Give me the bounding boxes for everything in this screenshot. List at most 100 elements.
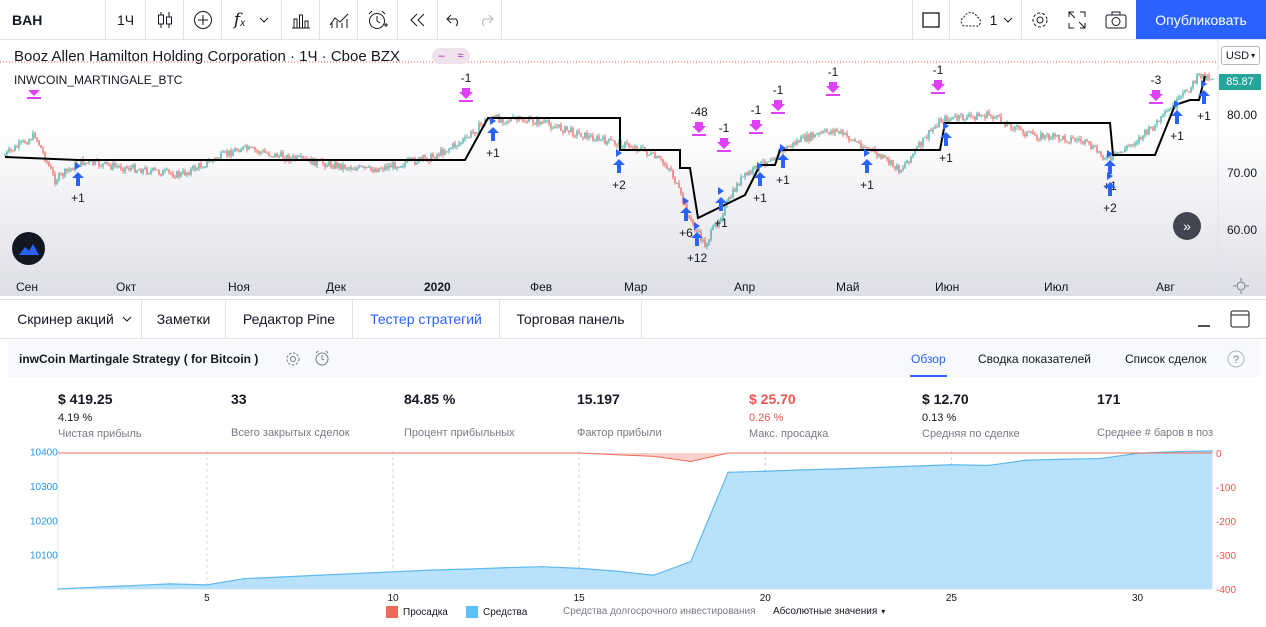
- approx-icon: ≈: [457, 50, 464, 62]
- absolute-values-select[interactable]: Абсолютные значения ▾: [773, 606, 885, 617]
- candle-body: [6, 151, 8, 155]
- gear-icon[interactable]: [1022, 0, 1058, 39]
- buy-arrow-icon: [861, 159, 873, 173]
- gear-icon[interactable]: [285, 351, 301, 367]
- x-axis-label: Апр: [734, 280, 756, 294]
- layout-icon[interactable]: [912, 0, 950, 39]
- trade-label: +1: [860, 178, 874, 192]
- candle-body: [906, 160, 908, 164]
- templates-icon[interactable]: [282, 0, 320, 39]
- undo-icon[interactable]: [438, 0, 470, 39]
- currency-select[interactable]: USD ▾: [1221, 46, 1260, 65]
- tab-overview[interactable]: Обзор: [910, 352, 947, 377]
- settings-sun-icon[interactable]: [1233, 278, 1249, 294]
- legend-equity[interactable]: Средства: [466, 606, 527, 618]
- candle-body: [774, 157, 776, 160]
- candle-body: [1164, 111, 1166, 115]
- chart-type-icon[interactable]: [320, 0, 358, 39]
- add-compare-icon[interactable]: [184, 0, 222, 39]
- candle-body: [850, 140, 852, 142]
- candles-icon[interactable]: [146, 0, 184, 39]
- trade-label: -3: [1151, 73, 1162, 87]
- candle-body: [1168, 109, 1170, 112]
- candle-body: [472, 131, 474, 133]
- redo-icon[interactable]: [470, 0, 502, 39]
- candle-body: [438, 154, 440, 156]
- tab-trading-panel[interactable]: Торговая панель: [500, 300, 642, 338]
- candle-body: [470, 131, 472, 138]
- chart-status-badge[interactable]: ‒ ≈: [432, 48, 470, 64]
- candle-body: [282, 152, 284, 159]
- candle-body: [356, 167, 358, 171]
- tab-pine-editor[interactable]: Редактор Pine: [226, 300, 353, 338]
- candle-body: [706, 243, 708, 248]
- legend-buy-hold[interactable]: Средства долгосрочного инвестирования: [563, 606, 756, 617]
- candle-body: [822, 131, 824, 134]
- candle-body: [324, 163, 326, 168]
- stat-label: Всего закрытых сделок: [231, 427, 350, 439]
- cloud-layout-button[interactable]: 1: [950, 0, 1022, 39]
- equity-point: [838, 468, 841, 470]
- candle-body: [462, 139, 464, 143]
- publish-button[interactable]: Опубликовать: [1136, 0, 1266, 39]
- candle-body: [866, 147, 868, 149]
- tab-performance-summary[interactable]: Сводка показателей: [978, 352, 1091, 366]
- candle-body: [420, 157, 422, 159]
- symbol-search[interactable]: BAH: [0, 0, 106, 39]
- candle-body: [1124, 148, 1126, 152]
- tab-strategy-tester[interactable]: Тестер стратегий: [353, 300, 500, 338]
- candle-body: [194, 166, 196, 171]
- candle-body: [1026, 131, 1028, 137]
- tradingview-logo-icon[interactable]: [12, 232, 45, 265]
- candle-body: [1182, 92, 1184, 96]
- candle-body: [1206, 75, 1208, 80]
- replay-icon[interactable]: [398, 0, 438, 39]
- indicators-icon[interactable]: fx: [222, 0, 282, 39]
- tab-list-of-trades[interactable]: Список сделок: [1125, 352, 1207, 366]
- candle-body: [32, 132, 34, 140]
- trade-label: +2: [612, 178, 626, 192]
- candle-body: [590, 135, 592, 137]
- legend-drawdown[interactable]: Просадка: [386, 606, 448, 618]
- equity-point: [652, 574, 655, 577]
- x-axis-label: Авг: [1156, 280, 1175, 294]
- candle-body: [228, 150, 230, 156]
- fullscreen-icon[interactable]: [1058, 0, 1096, 39]
- candle-body: [662, 159, 664, 164]
- candle-body: [892, 160, 894, 167]
- indicator-label[interactable]: INWCOIN_MARTINGALE_BTC: [8, 70, 189, 90]
- equity-chart[interactable]: 5 10 15 20 25 30 10400 10300 10200 10100 0 -100 -200…: [0, 445, 1266, 627]
- alert-icon[interactable]: [314, 350, 332, 368]
- maximize-icon[interactable]: [1230, 310, 1250, 328]
- candle-body: [48, 161, 50, 167]
- candle-body: [1190, 87, 1192, 93]
- candle-body: [688, 215, 690, 218]
- camera-icon[interactable]: [1096, 0, 1136, 39]
- candle-body: [690, 217, 692, 220]
- candle-body: [1130, 144, 1132, 146]
- candle-body: [358, 165, 360, 168]
- candle-body: [1170, 108, 1172, 110]
- trade-label: -1: [828, 65, 839, 79]
- candle-body: [990, 114, 992, 117]
- tab-notes[interactable]: Заметки: [142, 300, 226, 338]
- candle-body: [612, 140, 614, 142]
- candle-body: [578, 131, 580, 134]
- equity-point: [541, 565, 543, 568]
- candle-body: [476, 132, 478, 134]
- candle-body: [616, 144, 618, 146]
- help-icon[interactable]: ?: [1227, 350, 1245, 368]
- sell-arrow-icon: [749, 120, 763, 131]
- scroll-to-realtime-button[interactable]: »: [1173, 212, 1201, 240]
- alert-icon[interactable]: [358, 0, 398, 39]
- x-tick-label: 30: [1132, 593, 1144, 604]
- tab-stock-screener[interactable]: Скринер акций: [8, 300, 142, 338]
- minimize-icon[interactable]: [1196, 312, 1212, 328]
- interval-button[interactable]: 1Ч: [106, 0, 146, 39]
- candle-body: [750, 171, 752, 174]
- price-chart[interactable]: -1+1-1+1+2-48+6+12+1-1-1+1+1-1+1-1+1-1+1…: [0, 40, 1266, 296]
- candle-body: [50, 166, 52, 169]
- candle-body: [1022, 129, 1024, 134]
- candle-body: [150, 170, 152, 174]
- candle-body: [740, 176, 742, 186]
